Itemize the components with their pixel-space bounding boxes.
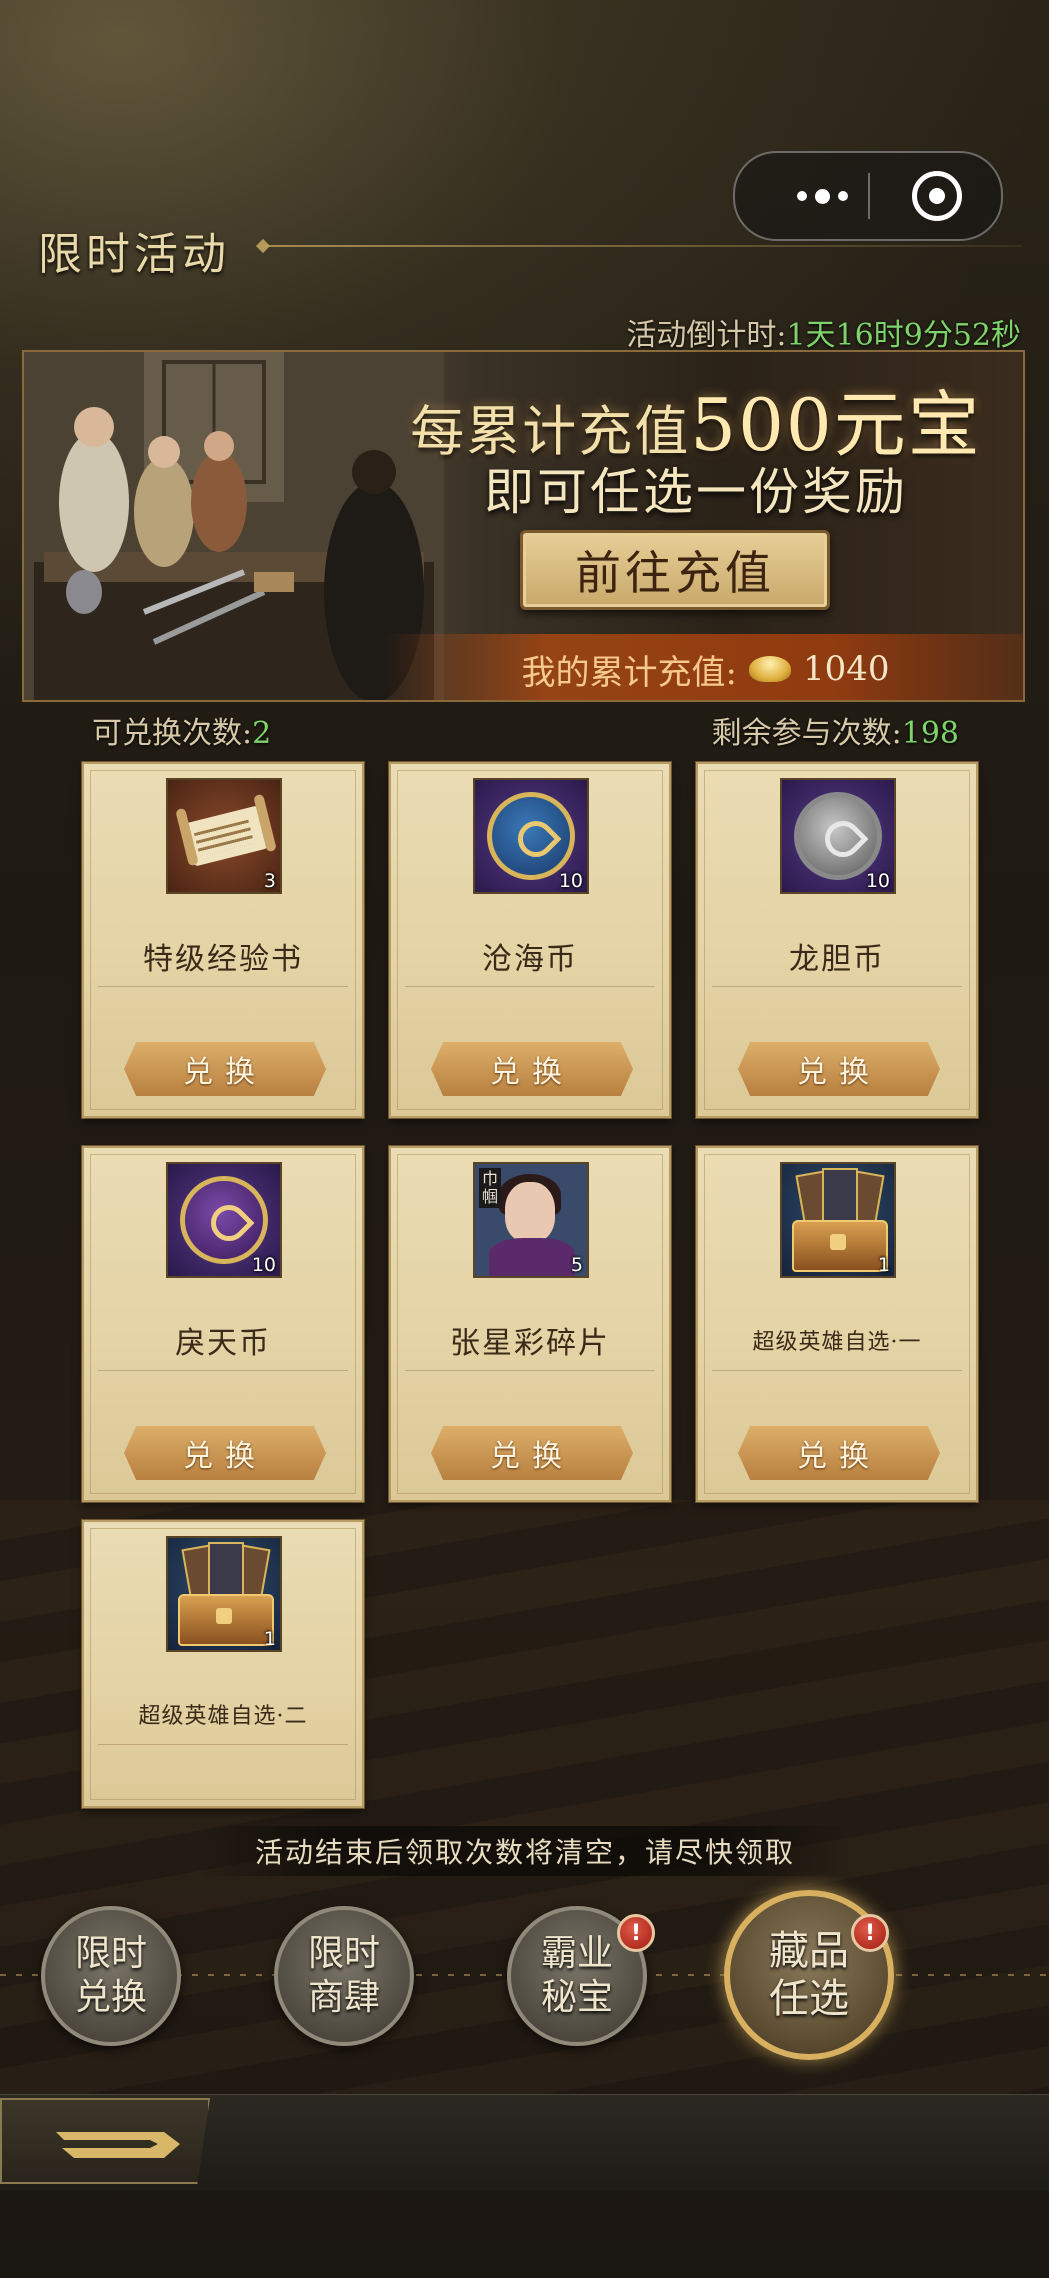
notification-badge: !	[617, 1914, 655, 1952]
reward-card: 1 超级英雄自选·二	[82, 1520, 364, 1808]
dot	[814, 188, 830, 204]
item-quantity: 10	[865, 870, 890, 892]
coin	[487, 792, 575, 880]
card-divider	[98, 986, 348, 987]
nav-label-line-2: 秘宝	[540, 1977, 613, 2018]
gold-ingot-icon	[748, 656, 791, 682]
nav-limited-shop[interactable]: 限时 商肆	[274, 1906, 414, 2046]
exchange-button[interactable]: 兑换	[124, 1042, 326, 1096]
longdan-coin-icon[interactable]: 10	[780, 778, 896, 894]
capsule-separator	[868, 173, 870, 219]
exchangeable-value: 2	[252, 716, 272, 751]
chest-card	[208, 1542, 244, 1598]
total-recharge-value: 1040	[802, 649, 890, 689]
nav-label: 限时 商肆	[308, 1932, 380, 2020]
reward-card: 10 沧海币 兑换	[389, 762, 671, 1118]
portrait-face	[505, 1182, 555, 1242]
coin-emblem	[817, 813, 869, 865]
page-title: 限时活动	[38, 229, 230, 280]
litian-coin-icon[interactable]: 10	[166, 1162, 282, 1278]
nav-label-line-1: 藏品	[769, 1928, 849, 1974]
target-close-icon[interactable]	[912, 171, 962, 221]
dot	[837, 191, 848, 201]
banner-subline: 即可任选一份奖励	[484, 463, 908, 521]
promo-banner: 每累计充值500元宝 即可任选一份奖励 前往充值 我的累计充值: 1040	[22, 350, 1025, 702]
hero-chest-icon[interactable]: 1	[780, 1162, 896, 1278]
exchange-button[interactable]: 兑换	[431, 1426, 633, 1480]
hero-tag: 巾帼	[479, 1168, 501, 1208]
card-divider	[98, 1744, 348, 1745]
card-divider	[712, 1370, 962, 1371]
remaining-count: 剩余参与次数:198	[712, 708, 959, 752]
exchange-button[interactable]: 兑换	[738, 1042, 940, 1096]
nav-label-line-2: 商肆	[307, 1977, 380, 2018]
total-recharge-label: 我的累计充值:	[521, 652, 737, 693]
countdown-value: 1天16时9分52秒	[786, 318, 1021, 353]
coin	[794, 792, 882, 880]
exchange-button[interactable]: 兑换	[431, 1042, 633, 1096]
remaining-value: 198	[901, 716, 959, 751]
nav-label-line-1: 霸业	[540, 1933, 613, 1974]
dot	[796, 191, 807, 201]
item-name: 特级经验书	[143, 942, 303, 977]
exchange-button[interactable]: 兑换	[124, 1426, 326, 1480]
card-divider	[98, 1370, 348, 1371]
nav-label-line-2: 任选	[769, 1976, 849, 2022]
nav-label-line-1: 限时	[74, 1933, 147, 1974]
item-quantity: 1	[877, 1254, 890, 1276]
chest-lock	[216, 1608, 232, 1624]
chest-card	[822, 1168, 858, 1224]
canghai-coin-icon[interactable]: 10	[473, 778, 589, 894]
hero-shard-icon[interactable]: 巾帼 5	[473, 1162, 589, 1278]
reward-card: 巾帼 5 张星彩碎片 兑换	[389, 1146, 671, 1502]
nav-label: 限时 兑换	[75, 1932, 147, 2020]
exchangeable-count: 可兑换次数:2	[92, 708, 271, 752]
reward-card: 10 戾天币 兑换	[82, 1146, 364, 1502]
reward-card: 3 特级经验书 兑换	[82, 762, 364, 1118]
reward-card: 1 超级英雄自选·一 兑换	[696, 1146, 978, 1502]
expiry-notice: 活动结束后领取次数将清空，请尽快领取	[200, 1826, 850, 1876]
nav-label-line-1: 限时	[307, 1933, 380, 1974]
nav-label: 霸业 秘宝	[541, 1932, 613, 2020]
chest-lock	[830, 1234, 846, 1250]
back-button[interactable]	[0, 2098, 210, 2184]
countdown: 活动倒计时:1天16时9分52秒	[626, 310, 1021, 354]
card-divider	[405, 1370, 655, 1371]
card-divider	[405, 986, 655, 987]
item-name: 沧海币	[482, 942, 578, 977]
notification-badge: !	[851, 1914, 889, 1952]
exchangeable-label: 可兑换次数:	[92, 716, 253, 751]
item-name: 超级英雄自选·二	[138, 1704, 308, 1729]
coin	[180, 1176, 268, 1264]
coin-emblem	[203, 1197, 255, 1249]
item-quantity: 10	[558, 870, 583, 892]
more-dots-icon[interactable]	[779, 181, 865, 211]
nav-label: 藏品 任选	[769, 1927, 849, 2023]
item-name: 超级英雄自选·一	[752, 1330, 922, 1355]
nav-label-line-2: 兑换	[74, 1977, 147, 2018]
item-quantity: 10	[251, 1254, 276, 1276]
item-name: 张星彩碎片	[450, 1326, 610, 1361]
exchange-button[interactable]: 兑换	[738, 1426, 940, 1480]
miniprogram-capsule	[733, 151, 1003, 241]
total-recharge-bar: 我的累计充值: 1040	[384, 634, 1023, 700]
card-divider	[712, 986, 962, 987]
item-quantity: 3	[263, 870, 276, 892]
remaining-label: 剩余参与次数:	[711, 716, 902, 751]
item-name: 龙胆币	[789, 942, 885, 977]
exp-scroll-icon[interactable]: 3	[166, 778, 282, 894]
item-quantity: 5	[570, 1254, 583, 1276]
title-divider	[262, 245, 1022, 247]
ring-dot	[929, 188, 945, 204]
item-quantity: 1	[263, 1628, 276, 1650]
nav-limited-exchange[interactable]: 限时 兑换	[41, 1906, 181, 2046]
reward-card: 10 龙胆币 兑换	[696, 762, 978, 1118]
coin-emblem	[510, 813, 562, 865]
portrait-body	[489, 1238, 575, 1276]
item-name: 戾天币	[175, 1326, 271, 1361]
hero-chest-icon[interactable]: 1	[166, 1536, 282, 1652]
recharge-button[interactable]: 前往充值	[520, 530, 830, 610]
back-arrow-icon	[56, 2132, 180, 2158]
countdown-label: 活动倒计时:	[626, 318, 787, 353]
